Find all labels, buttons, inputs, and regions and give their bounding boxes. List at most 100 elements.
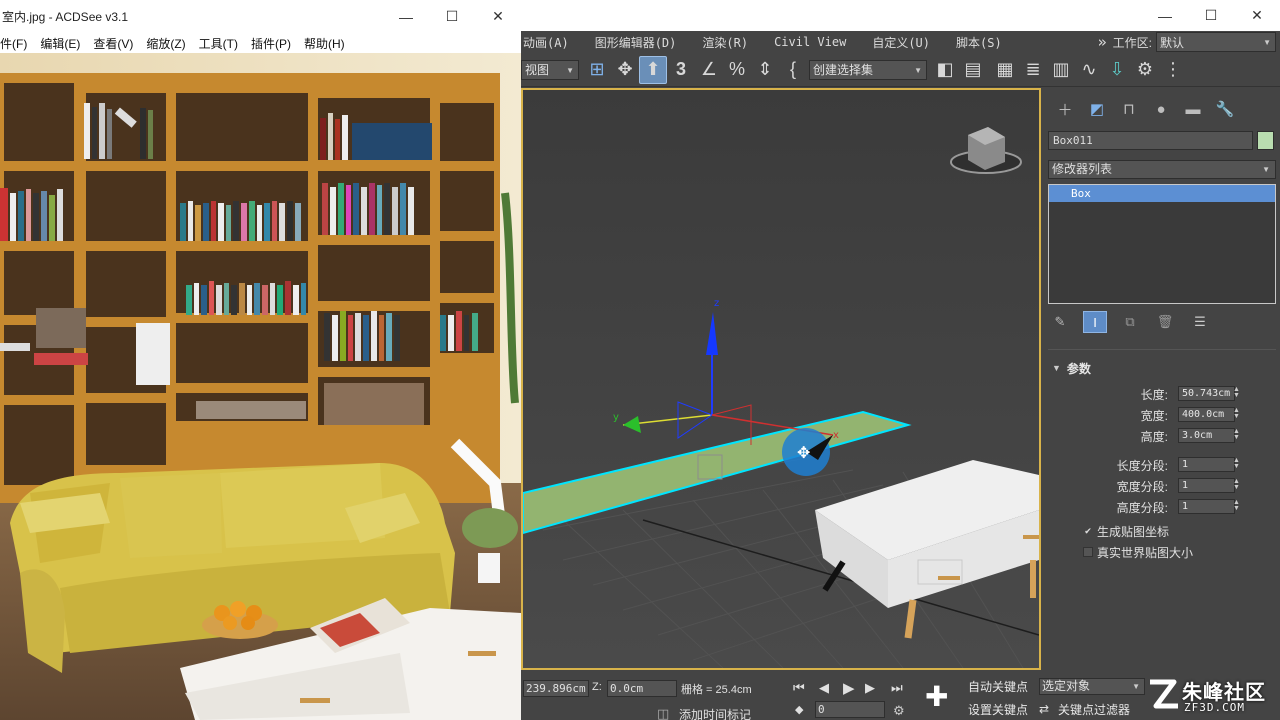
maximize-button[interactable]: ☐ [1188,0,1234,31]
length-spinner[interactable]: 50.743cm [1178,386,1235,401]
y-coord-field[interactable]: 239.896cm [523,680,589,697]
spinner-arrows-icon[interactable]: ▲ ▼ [1233,457,1240,470]
acdsee-titlebar[interactable]: 室内.jpg - ACDSee v3.1 — ☐ ✕ [0,0,521,33]
ribbon-icon[interactable]: ▥ [1047,56,1075,84]
curve-editor-icon[interactable]: ∿ [1075,56,1103,84]
snap-toggle-icon[interactable]: 3 [667,56,695,84]
gen-mapping-coords-checkbox[interactable]: ✔ 生成贴图坐标 [1083,523,1169,539]
motion-tab-icon[interactable]: ● [1145,94,1177,124]
menu-view[interactable]: 查看(V) [93,35,133,52]
named-selection-dropdown[interactable]: 创建选择集 ▼ [809,59,927,80]
real-world-map-size-checkbox[interactable]: 真实世界贴图大小 [1083,544,1193,560]
menu-edit[interactable]: 编辑(E) [40,35,80,52]
previous-frame-icon[interactable]: ◀ [819,680,829,696]
mirror-icon[interactable]: ◧ [931,56,959,84]
menu-help[interactable]: 帮助(H) [304,35,345,52]
remove-modifier-icon[interactable]: 🗑 [1153,311,1177,333]
select-move-icon[interactable]: ✥ [611,56,639,84]
add-time-tag-button[interactable]: 添加时间标记 [679,706,751,720]
stack-item-box[interactable]: Box [1049,185,1275,202]
spinner-arrows-icon[interactable]: ▲ ▼ [1233,407,1240,420]
set-key-button[interactable]: 设置关键点 [965,700,1031,720]
close-button[interactable]: ✕ [1234,0,1280,31]
checkbox-empty-icon [1083,547,1093,557]
minimize-button[interactable]: — [1142,0,1188,31]
menu-overflow-chevron-icon[interactable]: » [1098,33,1107,51]
rollout-title: 参数 [1066,361,1091,376]
configure-modifier-sets-icon[interactable]: ☰ [1188,311,1212,333]
menu-customize[interactable]: 自定义(U) [872,34,930,51]
object-name-field[interactable]: Box011 [1048,131,1253,150]
percent-snap-icon[interactable]: % [723,56,751,84]
z-coord-field[interactable]: 0.0cm [607,680,677,697]
make-unique-icon[interactable]: ⧉ [1118,311,1142,333]
acdsee-menubar: 件(F) 编辑(E) 查看(V) 缩放(Z) 工具(T) 插件(P) 帮助(H) [0,33,521,53]
height-spinner[interactable]: 3.0cm [1178,428,1235,443]
hierarchy-tab-icon[interactable]: ⊓ [1113,94,1145,124]
align-icon[interactable]: ▤ [959,56,987,84]
grid-size-label: 栅格 = 25.4cm [681,684,752,696]
time-tag-icon[interactable]: ◫ [657,706,669,720]
object-color-swatch[interactable] [1257,131,1274,150]
set-key-icon[interactable]: ✚ [925,680,948,713]
modifier-list-dropdown[interactable]: 修改器列表 ▼ [1048,160,1276,179]
selected-object-dropdown[interactable]: 选定对象 ▼ [1039,678,1145,695]
menu-file[interactable]: 件(F) [0,35,27,52]
menu-zoom[interactable]: 缩放(Z) [146,35,185,52]
modify-tab-icon[interactable]: ◩ [1081,94,1113,124]
scene-explorer-icon[interactable]: ▦ [991,56,1019,84]
create-tab-icon[interactable]: ＋ [1049,94,1081,124]
goto-end-icon[interactable]: ⏭ [891,680,903,696]
3dsmax-menubar: 动画(A) 图形编辑器(D) 渲染(R) Civil View 自定义(U) 脚… [521,31,1280,53]
menu-animation[interactable]: 动画(A) [523,34,569,51]
spinner-arrows-icon[interactable]: ▲ ▼ [1233,478,1240,491]
auto-key-button[interactable]: 自动关键点 [965,677,1031,697]
perspective-viewport[interactable]: z y x ✥ [521,88,1041,670]
width-segs-spinner[interactable]: 1 [1178,478,1235,493]
utilities-tab-icon[interactable]: 🔧 [1209,94,1241,124]
spinner-snap-icon[interactable]: ⇕ [751,56,779,84]
goto-start-icon[interactable]: ⏮ [793,680,805,696]
play-icon[interactable]: ▶ [843,679,855,697]
render-setup-icon[interactable]: ⋮ [1159,56,1187,84]
layer-explorer-icon[interactable]: ≣ [1019,56,1047,84]
current-frame-field[interactable]: 0 [815,701,885,718]
schematic-view-icon[interactable]: ⇩ [1103,56,1131,84]
select-manipulate-icon[interactable]: ⬆ [639,55,667,84]
height-segs-spinner[interactable]: 1 [1178,499,1235,514]
key-mode-icon[interactable]: ◆ [795,703,803,716]
key-filters-button[interactable]: 关键点过滤器 [1055,700,1133,720]
width-spinner[interactable]: 400.0cm [1178,407,1235,422]
show-end-result-icon[interactable]: I [1083,311,1107,333]
menu-rendering[interactable]: 渲染(R) [702,34,748,51]
time-config-icon[interactable]: ⚙ [893,703,905,719]
maximize-button[interactable]: ☐ [429,0,475,33]
angle-snap-icon[interactable]: ∠ [695,56,723,84]
spinner-arrows-icon[interactable]: ▲ ▼ [1233,499,1240,512]
chevron-down-icon: ▼ [1262,165,1270,174]
material-editor-icon[interactable]: ⚙ [1131,56,1159,84]
spinner-arrows-icon[interactable]: ▲ ▼ [1233,386,1240,399]
reference-coord-dropdown[interactable]: 视图 ▼ [521,59,579,80]
menu-scripting[interactable]: 脚本(S) [956,34,1002,51]
minimize-button[interactable]: — [383,0,429,33]
menu-graph-editors[interactable]: 图形编辑器(D) [595,34,677,51]
edit-named-selection-icon[interactable]: { [779,56,807,84]
menu-civil-view[interactable]: Civil View [774,35,846,49]
workspace-dropdown[interactable]: 默认 ▼ [1156,32,1276,52]
close-button[interactable]: ✕ [475,0,521,33]
key-filters-icon: ⇄ [1039,702,1050,716]
pivot-center-icon[interactable]: ⊞ [583,56,611,84]
menu-plugins[interactable]: 插件(P) [251,35,291,52]
param-width-segs: 宽度分段: 1 ▲ ▼ [1048,478,1276,494]
menu-tools[interactable]: 工具(T) [199,35,238,52]
pin-stack-icon[interactable]: ✎ [1048,311,1072,333]
checkmark-icon: ✔ [1084,525,1092,536]
parameters-rollout-header[interactable]: ▼ 参数 [1048,358,1276,378]
next-frame-icon[interactable]: ▶ [865,680,875,696]
length-segs-spinner[interactable]: 1 [1178,457,1235,472]
workspace-value: 默认 [1160,35,1185,50]
3dsmax-titlebar[interactable]: — ☐ ✕ [521,0,1280,31]
spinner-arrows-icon[interactable]: ▲ ▼ [1233,428,1240,441]
display-tab-icon[interactable]: ▬ [1177,94,1209,124]
